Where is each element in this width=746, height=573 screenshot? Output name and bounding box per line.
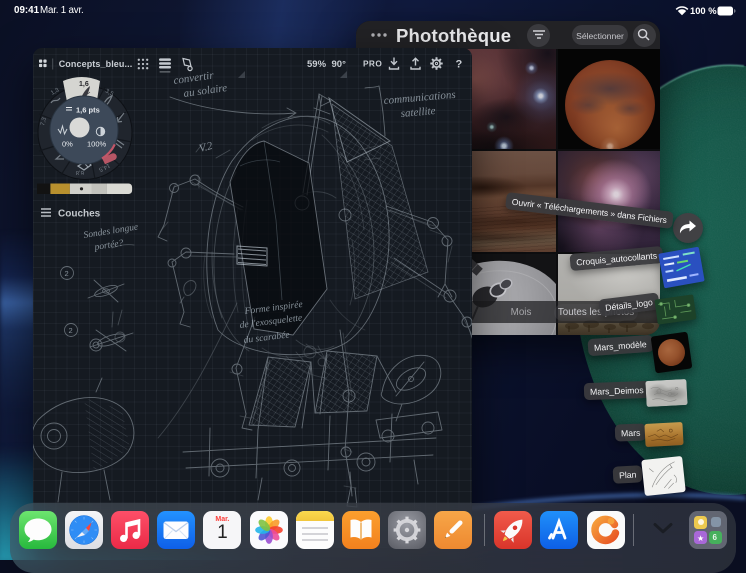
svg-text:PRO: PRO: [363, 59, 382, 69]
svg-text:Concepts_bleu...: Concepts_bleu...: [59, 59, 133, 69]
svg-text:1,6 pts: 1,6 pts: [76, 106, 100, 115]
svg-text:2: 2: [69, 326, 73, 335]
svg-text:satellite: satellite: [400, 105, 436, 120]
svg-text:2: 2: [65, 269, 69, 278]
svg-text:59%: 59%: [307, 59, 327, 70]
svg-text:du scarabée: du scarabée: [243, 330, 290, 346]
svg-text:90°: 90°: [332, 59, 347, 70]
svg-text:6,8: 6,8: [75, 169, 84, 175]
svg-text:1,6: 1,6: [79, 81, 89, 88]
svg-text:communications: communications: [383, 89, 456, 107]
svg-text:V.2: V.2: [198, 140, 215, 155]
svg-text:portée?: portée?: [93, 239, 124, 254]
svg-text:Sondes longue: Sondes longue: [83, 222, 139, 241]
svg-text:?: ?: [456, 59, 463, 71]
svg-text:Couches: Couches: [58, 209, 101, 220]
svg-text:100%: 100%: [87, 140, 107, 149]
svg-text:0%: 0%: [62, 140, 73, 149]
